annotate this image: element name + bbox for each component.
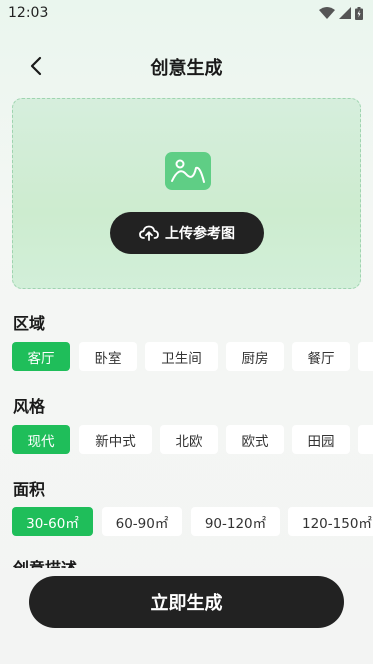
size-chip-row: 30-60㎡ 60-90㎡ 90-120㎡ 120-150㎡	[12, 507, 373, 537]
signal-icon	[339, 7, 351, 19]
style-chip[interactable]: 现代	[12, 425, 70, 454]
style-chip-row: 现代 新中式 北欧 欧式 田园	[12, 425, 373, 455]
size-chip[interactable]: 90-120㎡	[191, 507, 280, 536]
area-chip-overflow[interactable]	[358, 342, 373, 371]
area-chip[interactable]: 餐厅	[292, 342, 350, 371]
size-chip[interactable]: 30-60㎡	[12, 507, 93, 536]
size-chip[interactable]: 120-150㎡	[288, 507, 373, 536]
page-title: 创意生成	[150, 58, 223, 79]
chevron-left-icon	[30, 56, 42, 76]
area-chip[interactable]: 厨房	[226, 342, 284, 371]
status-bar: 12:03	[0, 0, 373, 26]
area-chip[interactable]: 卧室	[79, 342, 137, 371]
style-chip[interactable]: 新中式	[79, 425, 152, 454]
generate-now-button[interactable]: 立即生成	[29, 576, 344, 628]
area-chip-row: 客厅 卧室 卫生间 厨房 餐厅	[12, 342, 373, 372]
area-section-title: 区域	[13, 314, 46, 333]
back-button[interactable]	[24, 54, 48, 78]
style-chip[interactable]: 田园	[292, 425, 350, 454]
image-placeholder-icon	[165, 152, 211, 190]
upload-area[interactable]: 上传参考图	[12, 98, 361, 289]
description-section-title: 创意描述	[13, 556, 133, 568]
size-chip[interactable]: 60-90㎡	[102, 507, 182, 536]
cloud-upload-icon	[139, 225, 159, 241]
style-chip-overflow[interactable]	[358, 425, 373, 454]
upload-reference-button[interactable]: 上传参考图	[110, 212, 264, 254]
area-chip[interactable]: 客厅	[12, 342, 70, 371]
header: 创意生成	[0, 44, 373, 90]
size-section-title: 面积	[13, 480, 46, 499]
style-section-title: 风格	[13, 397, 46, 416]
status-icons	[319, 6, 363, 20]
area-chip[interactable]: 卫生间	[145, 342, 218, 371]
status-time: 12:03	[8, 5, 49, 21]
upload-button-label: 上传参考图	[165, 226, 235, 242]
style-chip[interactable]: 欧式	[226, 425, 284, 454]
battery-icon	[355, 6, 363, 20]
wifi-icon	[319, 7, 335, 19]
style-chip[interactable]: 北欧	[160, 425, 218, 454]
